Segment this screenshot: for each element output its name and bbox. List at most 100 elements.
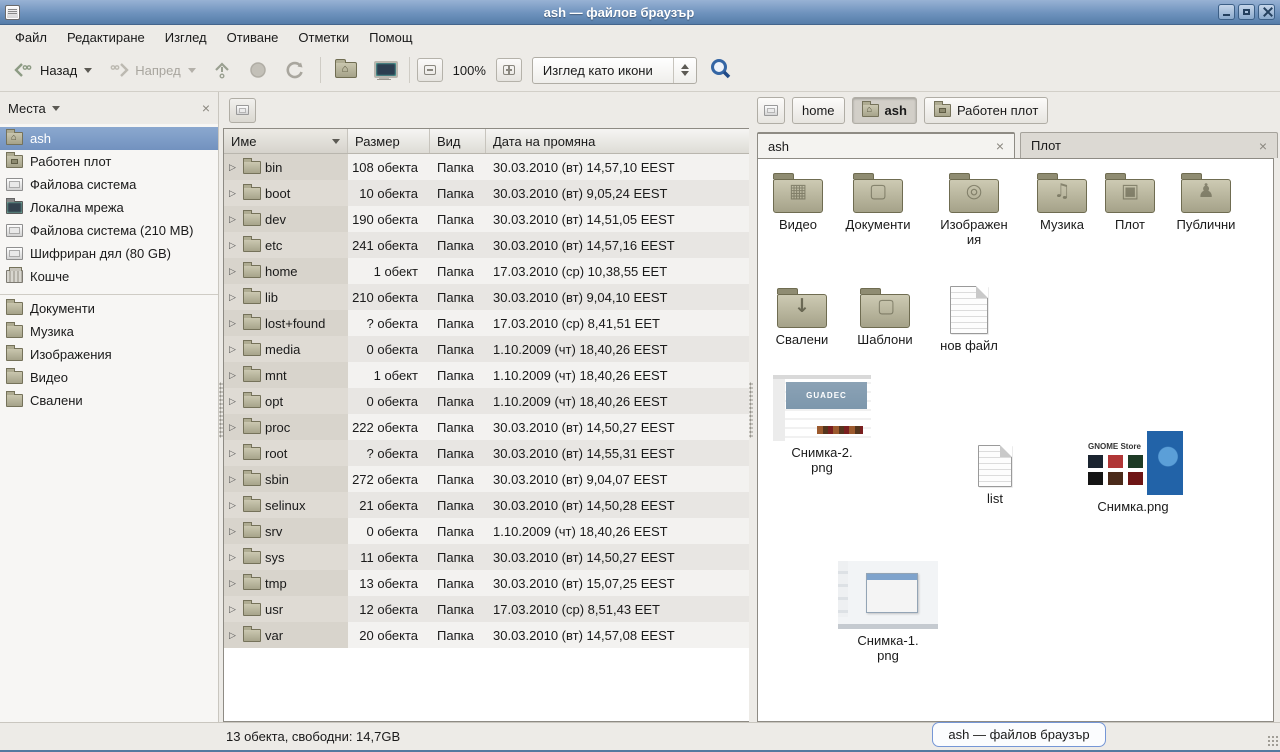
list-item[interactable]: Публични xyxy=(1162,171,1250,232)
expander-icon[interactable]: ▷ xyxy=(229,318,239,329)
expander-icon[interactable]: ▷ xyxy=(229,500,239,511)
expander-icon[interactable]: ▷ xyxy=(229,422,239,433)
places-title[interactable]: Места xyxy=(8,101,46,116)
table-row[interactable]: ▷ usr 12 обекта Папка 17.03.2010 (ср) 8,… xyxy=(224,596,749,622)
menu-item[interactable]: Редактиране xyxy=(58,27,154,48)
column-header-size[interactable]: Размер xyxy=(348,129,430,153)
table-row[interactable]: ▷ sbin 272 обекта Папка 30.03.2010 (вт) … xyxy=(224,466,749,492)
breadcrumb-home-button[interactable]: home xyxy=(792,97,845,124)
list-item[interactable]: Документи xyxy=(834,171,922,232)
table-row[interactable]: ▷ proc 222 обекта Папка 30.03.2010 (вт) … xyxy=(224,414,749,440)
table-row[interactable]: ▷ home 1 обект Папка 17.03.2010 (ср) 10,… xyxy=(224,258,749,284)
resize-grip[interactable] xyxy=(1267,735,1279,747)
expander-icon[interactable]: ▷ xyxy=(229,188,239,199)
places-combo-arrow-icon[interactable] xyxy=(52,106,60,111)
expander-icon[interactable]: ▷ xyxy=(229,344,239,355)
menu-item[interactable]: Помощ xyxy=(360,27,421,48)
places-close-icon[interactable]: × xyxy=(202,101,210,115)
table-row[interactable]: ▷ root ? обекта Папка 30.03.2010 (вт) 14… xyxy=(224,440,749,466)
sidebar-item[interactable]: Свалени xyxy=(0,389,218,412)
table-row[interactable]: ▷ var 20 обекта Папка 30.03.2010 (вт) 14… xyxy=(224,622,749,648)
menu-item[interactable]: Файл xyxy=(6,27,56,48)
breadcrumb-root-button[interactable] xyxy=(757,97,785,124)
computer-button[interactable] xyxy=(366,55,402,85)
list-item[interactable]: Плот xyxy=(1096,171,1164,232)
home-button[interactable] xyxy=(328,56,364,84)
sidebar-item[interactable]: Видео xyxy=(0,366,218,389)
expander-icon[interactable]: ▷ xyxy=(229,604,239,615)
expander-icon[interactable]: ▷ xyxy=(229,266,239,277)
list-item[interactable]: Музика xyxy=(1020,171,1104,232)
list-item[interactable]: Видео xyxy=(758,171,838,232)
zoom-out-button[interactable] xyxy=(417,58,443,82)
sidebar-item[interactable]: Локална мрежа xyxy=(0,196,218,219)
tab[interactable]: ash × xyxy=(757,132,1015,158)
expander-icon[interactable]: ▷ xyxy=(229,162,239,173)
sidebar-item[interactable]: Кошче xyxy=(0,265,218,288)
expander-icon[interactable]: ▷ xyxy=(229,448,239,459)
menu-item[interactable]: Отметки xyxy=(289,27,358,48)
pane-splitter[interactable] xyxy=(749,92,753,722)
list-item[interactable]: Снимка-1. png xyxy=(835,561,941,663)
minimize-button[interactable] xyxy=(1218,4,1235,20)
stop-button[interactable] xyxy=(241,54,275,86)
zoom-in-button[interactable] xyxy=(496,58,522,82)
table-row[interactable]: ▷ lib 210 обекта Папка 30.03.2010 (вт) 9… xyxy=(224,284,749,310)
table-row[interactable]: ▷ tmp 13 обекта Папка 30.03.2010 (вт) 15… xyxy=(224,570,749,596)
list-item[interactable]: GNOME Store Снимка.png xyxy=(1080,431,1186,514)
breadcrumb-desktop-button[interactable]: Работен плот xyxy=(924,97,1048,124)
search-button[interactable] xyxy=(709,57,733,84)
column-header-date[interactable]: Дата на промяна xyxy=(486,129,749,153)
maximize-button[interactable] xyxy=(1238,4,1255,20)
expander-icon[interactable]: ▷ xyxy=(229,292,239,303)
table-row[interactable]: ▷ sys 11 обекта Папка 30.03.2010 (вт) 14… xyxy=(224,544,749,570)
sidebar-item[interactable]: Шифриран дял (80 GB) xyxy=(0,242,218,265)
expander-icon[interactable]: ▷ xyxy=(229,396,239,407)
close-button[interactable] xyxy=(1258,4,1275,20)
expander-icon[interactable]: ▷ xyxy=(229,552,239,563)
expander-icon[interactable]: ▷ xyxy=(229,578,239,589)
list-item[interactable]: Шаблони xyxy=(843,286,927,347)
list-item[interactable]: нов файл xyxy=(927,286,1011,353)
table-row[interactable]: ▷ srv 0 обекта Папка 1.10.2009 (чт) 18,4… xyxy=(224,518,749,544)
expander-icon[interactable]: ▷ xyxy=(229,526,239,537)
expander-icon[interactable]: ▷ xyxy=(229,474,239,485)
tab-close-icon[interactable]: × xyxy=(996,139,1004,153)
tab-close-icon[interactable]: × xyxy=(1259,139,1267,153)
list-item[interactable]: GUADEC Снимка-2. png xyxy=(770,375,874,475)
sidebar-item[interactable]: Изображения xyxy=(0,343,218,366)
up-button[interactable] xyxy=(205,54,239,86)
icon-view[interactable]: Видео Документи Изображен ия xyxy=(757,158,1274,722)
table-row[interactable]: ▷ dev 190 обекта Папка 30.03.2010 (вт) 1… xyxy=(224,206,749,232)
expander-icon[interactable]: ▷ xyxy=(229,630,239,641)
column-header-type[interactable]: Вид xyxy=(430,129,486,153)
expander-icon[interactable]: ▷ xyxy=(229,370,239,381)
tab[interactable]: Плот × xyxy=(1020,132,1278,158)
list-item[interactable]: Свалени xyxy=(762,286,842,347)
table-row[interactable]: ▷ boot 10 обекта Папка 30.03.2010 (вт) 9… xyxy=(224,180,749,206)
menu-item[interactable]: Отиване xyxy=(218,27,288,48)
sidebar-item[interactable]: Музика xyxy=(0,320,218,343)
forward-button[interactable]: Напред xyxy=(101,55,202,85)
table-row[interactable]: ▷ lost+found ? обекта Папка 17.03.2010 (… xyxy=(224,310,749,336)
sidebar-item[interactable]: ash xyxy=(0,127,218,150)
sidebar-item[interactable]: Файлова система xyxy=(0,173,218,196)
reload-button[interactable] xyxy=(277,54,313,86)
pane-splitter[interactable] xyxy=(219,92,223,722)
list-item[interactable]: Изображен ия xyxy=(928,171,1020,247)
table-row[interactable]: ▷ opt 0 обекта Папка 1.10.2009 (чт) 18,4… xyxy=(224,388,749,414)
view-mode-combo[interactable]: Изглед като икони xyxy=(532,57,697,84)
breadcrumb-ash-button[interactable]: ash xyxy=(852,97,917,124)
table-row[interactable]: ▷ selinux 21 обекта Папка 30.03.2010 (вт… xyxy=(224,492,749,518)
table-row[interactable]: ▷ mnt 1 обект Папка 1.10.2009 (чт) 18,40… xyxy=(224,362,749,388)
sidebar-item[interactable]: Работен плот xyxy=(0,150,218,173)
menu-item[interactable]: Изглед xyxy=(156,27,216,48)
titlebar[interactable]: ash — файлов браузър xyxy=(0,0,1280,25)
filesystem-root-button[interactable] xyxy=(229,98,256,123)
table-row[interactable]: ▷ media 0 обекта Папка 1.10.2009 (чт) 18… xyxy=(224,336,749,362)
expander-icon[interactable]: ▷ xyxy=(229,240,239,251)
sidebar-item[interactable]: Документи xyxy=(0,297,218,320)
table-row[interactable]: ▷ etc 241 обекта Папка 30.03.2010 (вт) 1… xyxy=(224,232,749,258)
table-row[interactable]: ▷ bin 108 обекта Папка 30.03.2010 (вт) 1… xyxy=(224,154,749,180)
back-button[interactable]: Назад xyxy=(6,55,99,85)
